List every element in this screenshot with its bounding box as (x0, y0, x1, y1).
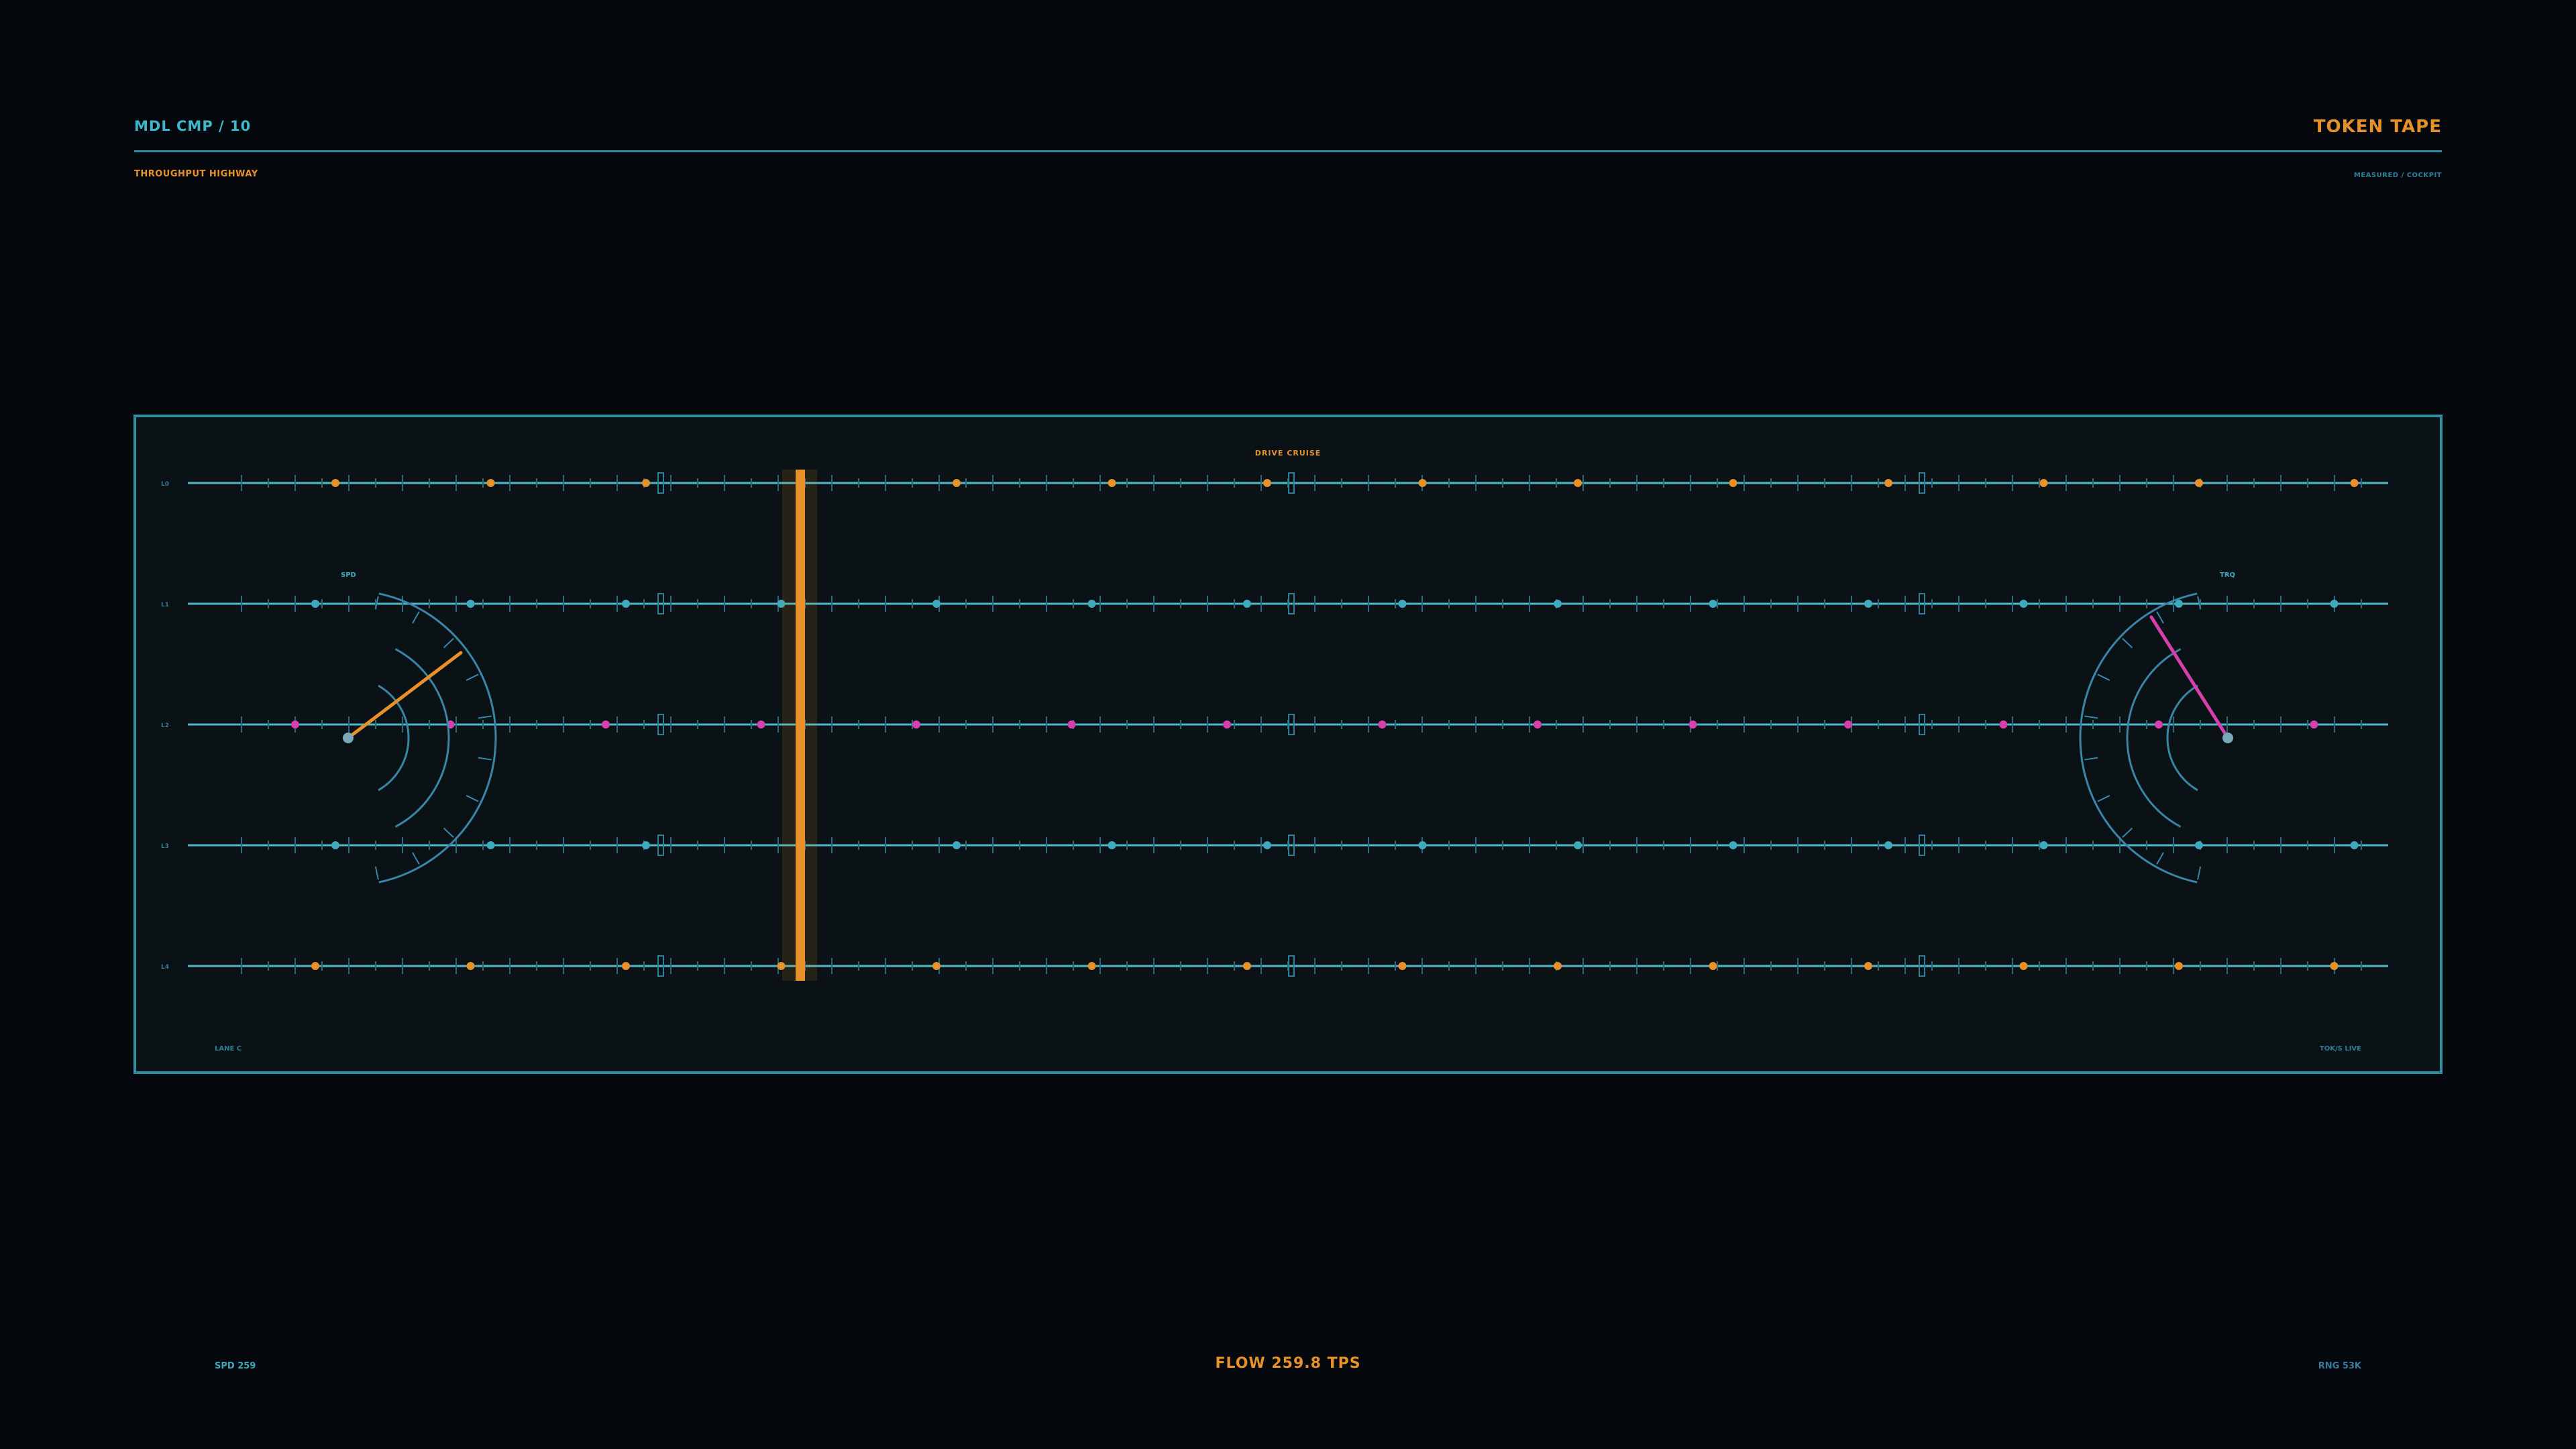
token-dot (2330, 600, 2339, 608)
token-dot (311, 962, 319, 970)
token-dot (1378, 720, 1387, 729)
token-dot (466, 962, 475, 970)
token-dot (642, 841, 650, 849)
token-dot (1534, 720, 1542, 729)
token-dot (331, 479, 339, 487)
token-dot (486, 479, 495, 487)
token-dot (1884, 841, 1892, 849)
token-dot (486, 841, 495, 849)
gauge-hub (343, 733, 354, 743)
token-dot (1418, 479, 1427, 487)
token-dot (1844, 720, 1852, 729)
token-dot (1864, 962, 1872, 970)
token-dot (2155, 720, 2163, 729)
token-dot (953, 841, 961, 849)
footer-flow: FLOW 259.8 TPS (1215, 1355, 1360, 1372)
token-dot (1398, 962, 1407, 970)
token-dot (2019, 600, 2028, 608)
lane-label: L3 (161, 843, 169, 850)
token-dot (1709, 962, 1717, 970)
token-dot (2019, 962, 2028, 970)
token-dot (1554, 962, 1562, 970)
token-dot (2350, 841, 2359, 849)
token-dot (1574, 841, 1582, 849)
token-dot (757, 720, 765, 729)
token-dot (2175, 962, 2183, 970)
token-dot (1574, 479, 1582, 487)
token-dot (602, 720, 610, 729)
drive-mode-label: DRIVE CRUISE (1255, 449, 1322, 458)
token-dot (466, 600, 475, 608)
token-dot (2195, 479, 2203, 487)
token-dot (622, 962, 630, 970)
token-dot (331, 841, 339, 849)
lane-label: L1 (161, 602, 169, 608)
footer-speed: SPD 259 (215, 1361, 256, 1371)
token-dot (1729, 479, 1737, 487)
token-dot (953, 479, 961, 487)
footer-range: RNG 53K (2318, 1361, 2362, 1371)
token-dot (2350, 479, 2359, 487)
playhead-marker[interactable] (796, 470, 805, 981)
token-dot (932, 600, 941, 608)
token-dot (1263, 479, 1271, 487)
gauge-label: SPD (341, 572, 356, 579)
token-dot (1688, 720, 1697, 729)
token-dot (1884, 479, 1892, 487)
tok-live-label: TOK/S LIVE (2320, 1045, 2361, 1053)
token-dot (2310, 720, 2318, 729)
token-dot (622, 600, 630, 608)
token-dot (1709, 600, 1717, 608)
gauge-hub (2222, 733, 2233, 743)
token-dot (2330, 962, 2339, 970)
lane-label: L0 (161, 481, 169, 488)
token-dot (912, 720, 920, 729)
token-dot (2175, 600, 2183, 608)
token-dot (1263, 841, 1271, 849)
token-dot (1864, 600, 1872, 608)
token-dot (1999, 720, 2008, 729)
token-dot (2039, 841, 2048, 849)
token-dot (2195, 841, 2203, 849)
token-dot (1067, 720, 1076, 729)
token-dot (291, 720, 299, 729)
token-dot (1243, 600, 1251, 608)
token-dot (932, 962, 941, 970)
lane-c-label: LANE C (215, 1045, 241, 1053)
token-dot (1108, 479, 1116, 487)
token-dot (311, 600, 319, 608)
token-dot (1398, 600, 1407, 608)
token-dot (1418, 841, 1427, 849)
lane-label: L2 (161, 722, 169, 729)
highway-hud: DRIVE CRUISE LANE C TOK/S LIVE L0 L1 L2 L3 L… (133, 415, 2443, 1372)
token-dot (2039, 479, 2048, 487)
token-dot (1554, 600, 1562, 608)
token-dot (1223, 720, 1231, 729)
lane-label: L4 (161, 964, 169, 971)
token-dot (1087, 962, 1096, 970)
gauge-label: TRQ (2220, 572, 2235, 579)
token-dot (1729, 841, 1737, 849)
token-dot (1243, 962, 1251, 970)
token-dot (1108, 841, 1116, 849)
token-dot (642, 479, 650, 487)
token-dot (1087, 600, 1096, 608)
